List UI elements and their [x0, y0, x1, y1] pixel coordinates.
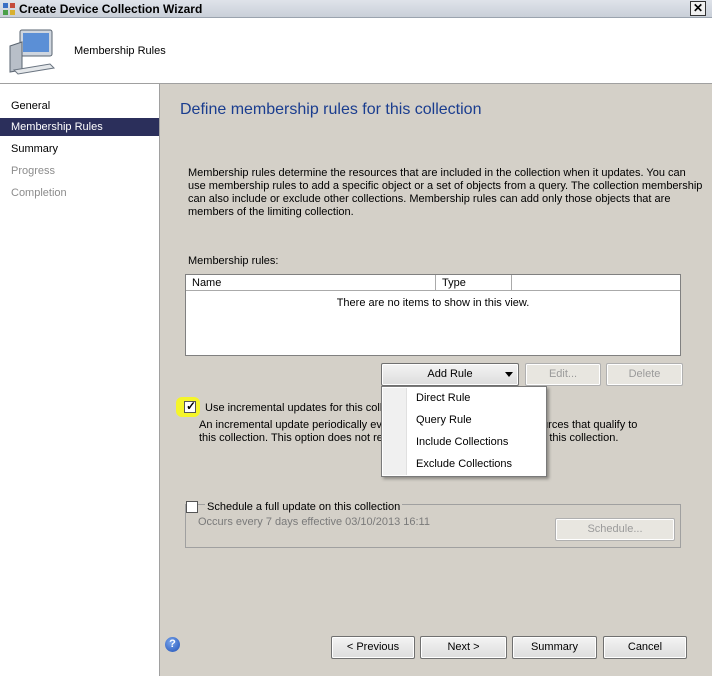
- schedule-occurs-text: Occurs every 7 days effective 03/10/2013…: [198, 516, 430, 528]
- schedule-button[interactable]: Schedule...: [555, 518, 675, 541]
- sidebar-item-membership-rules[interactable]: Membership Rules: [0, 118, 159, 136]
- summary-button[interactable]: Summary: [512, 636, 597, 659]
- column-header-name[interactable]: Name: [186, 275, 436, 291]
- incremental-desc-part4: or this collection.: [536, 432, 619, 444]
- membership-rules-list[interactable]: Name Type There are no items to show in …: [185, 274, 681, 356]
- add-rule-label: Add Rule: [427, 368, 473, 380]
- menu-item-direct-rule[interactable]: Direct Rule: [416, 392, 470, 404]
- menu-gutter: [383, 388, 407, 475]
- delete-button[interactable]: Delete: [606, 363, 683, 386]
- wizard-steps-sidebar: General Membership Rules Summary Progres…: [0, 84, 160, 676]
- wizard-header: Membership Rules: [0, 18, 712, 84]
- menu-item-exclude-collections[interactable]: Exclude Collections: [416, 458, 512, 470]
- incremental-desc-part1: An incremental update periodically eva: [199, 419, 388, 431]
- membership-rules-label: Membership rules:: [188, 255, 279, 267]
- list-header: Name Type: [186, 275, 680, 291]
- column-header-type[interactable]: Type: [436, 275, 512, 291]
- menu-item-include-collections[interactable]: Include Collections: [416, 436, 508, 448]
- main-content: Define membership rules for this collect…: [161, 84, 712, 676]
- chevron-down-icon: [505, 372, 513, 377]
- sidebar-item-completion: Completion: [11, 187, 67, 199]
- schedule-checkbox[interactable]: [186, 501, 198, 513]
- menu-item-query-rule[interactable]: Query Rule: [416, 414, 472, 426]
- sidebar-item-progress: Progress: [11, 165, 56, 177]
- app-icon: [3, 3, 15, 15]
- description-text: Membership rules determine the resources…: [188, 167, 703, 218]
- cancel-button[interactable]: Cancel: [603, 636, 687, 659]
- incremental-updates-checkbox[interactable]: ✓: [184, 399, 197, 413]
- add-rule-dropdown-menu: Direct Rule Query Rule Include Collectio…: [381, 386, 547, 477]
- add-rule-button[interactable]: Add Rule: [381, 363, 519, 386]
- help-icon[interactable]: ?: [165, 637, 180, 652]
- schedule-full-update-label: Schedule a full update on this collectio…: [205, 501, 403, 513]
- window-title: Create Device Collection Wizard: [19, 2, 203, 16]
- previous-button[interactable]: < Previous: [331, 636, 415, 659]
- checkmark-icon: ✓: [186, 399, 197, 413]
- sidebar-item-summary[interactable]: Summary: [0, 140, 159, 158]
- next-button[interactable]: Next >: [420, 636, 507, 659]
- incremental-desc-part3: this collection. This option does not re…: [199, 432, 389, 444]
- empty-list-message: There are no items to show in this view.: [336, 297, 530, 309]
- header-title: Membership Rules: [74, 45, 166, 57]
- close-icon: ✕: [692, 1, 704, 15]
- computer-icon: [9, 29, 56, 75]
- page-title: Define membership rules for this collect…: [180, 101, 482, 118]
- close-button[interactable]: ✕: [690, 1, 706, 16]
- sidebar-item-general[interactable]: General: [0, 97, 159, 115]
- incremental-updates-label: Use incremental updates for this colle: [205, 402, 389, 414]
- edit-button[interactable]: Edit...: [525, 363, 601, 386]
- title-bar: Create Device Collection Wizard ✕: [0, 0, 712, 18]
